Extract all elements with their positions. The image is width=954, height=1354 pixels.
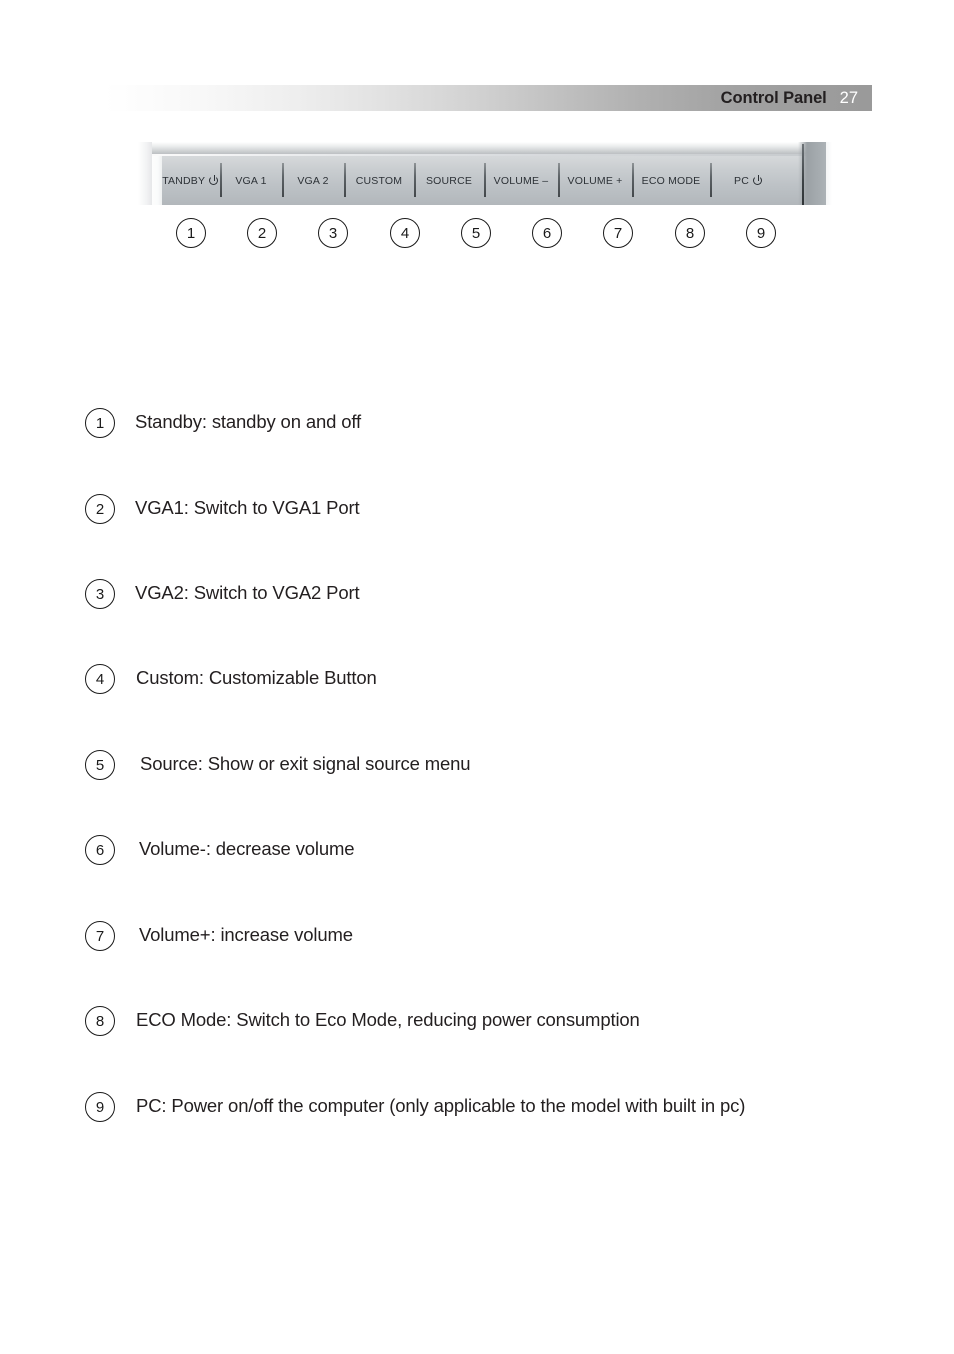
- list-item-number-7: 7: [85, 921, 115, 951]
- list-item-text: VGA1: Switch to VGA1 Port: [135, 497, 360, 518]
- list-item-text: PC: Power on/off the computer (only appl…: [136, 1095, 746, 1116]
- panel-button-source: SOURCE: [414, 156, 484, 205]
- panel-button-label: SOURCE: [425, 174, 473, 187]
- list-item-text: Volume-: decrease volume: [139, 838, 355, 859]
- list-item: 8 ECO Mode: Switch to Eco Mode, reducing …: [0, 1003, 954, 1043]
- list-item: 2 VGA1: Switch to VGA1 Port: [0, 491, 954, 531]
- list-item: 4 Custom: Customizable Button: [0, 661, 954, 701]
- list-item: 7 Volume+: increase volume: [0, 918, 954, 958]
- panel-button-pc: PC: [710, 156, 788, 205]
- list-item-number-1: 1: [85, 408, 115, 438]
- panel-button-strip: STANDBY VGA 1 VGA 2 CUSTOM SOURCE VOLUME – VOL…: [148, 156, 828, 205]
- list-item-number-4: 4: [85, 664, 115, 694]
- list-item: 1 Standby: standby on and off: [0, 405, 954, 445]
- list-item: 3 VGA2: Switch to VGA2 Port: [0, 576, 954, 616]
- panel-button-label: VGA 2: [297, 174, 329, 187]
- callout-number-row: 1 2 3 4 5 6 7 8 9: [0, 218, 954, 252]
- list-item-number-3: 3: [85, 579, 115, 609]
- photo-right-fade: [826, 142, 832, 205]
- list-item-text: Standby: standby on and off: [135, 411, 362, 432]
- list-item-number-9: 9: [85, 1092, 115, 1122]
- photo-left-fade: [138, 142, 152, 205]
- list-item: 6 Volume-: decrease volume: [0, 832, 954, 872]
- panel-button-label: VGA 1: [235, 174, 267, 187]
- list-item-number-6: 6: [85, 835, 115, 865]
- callout-marker-5: 5: [461, 218, 491, 248]
- callout-marker-2: 2: [247, 218, 277, 248]
- callout-marker-9: 9: [746, 218, 776, 248]
- list-item: 9 PC: Power on/off the computer (only app…: [0, 1089, 954, 1129]
- list-item-number-2: 2: [85, 494, 115, 524]
- control-panel-photo: STANDBY VGA 1 VGA 2 CUSTOM SOURCE VOLUME – VOL…: [138, 142, 832, 205]
- running-header-bar: Control Panel 27: [105, 85, 872, 111]
- panel-button-volume: VOLUME +: [558, 156, 632, 205]
- callout-marker-1: 1: [176, 218, 206, 248]
- panel-button-label: CUSTOM: [355, 174, 403, 187]
- panel-right-seam-line: [802, 144, 804, 205]
- running-header-content: Control Panel 27: [721, 85, 872, 111]
- panel-button-label: STANDBY: [155, 174, 206, 187]
- list-item-text: Custom: Customizable Button: [136, 667, 377, 688]
- page-number: 27: [839, 88, 858, 107]
- panel-button-vga-2: VGA 2: [282, 156, 344, 205]
- callout-marker-7: 7: [603, 218, 633, 248]
- panel-button-label: ECO MODE: [641, 174, 701, 187]
- callout-marker-6: 6: [532, 218, 562, 248]
- panel-button-label: PC: [734, 174, 749, 187]
- list-item-text: VGA2: Switch to VGA2 Port: [135, 582, 360, 603]
- list-item-text: ECO Mode: Switch to Eco Mode, reducing p…: [136, 1009, 640, 1030]
- list-item-number-5: 5: [85, 750, 115, 780]
- callout-marker-3: 3: [318, 218, 348, 248]
- panel-button-label: VOLUME +: [567, 174, 623, 187]
- panel-button-vga-1: VGA 1: [220, 156, 282, 205]
- power-icon: [209, 174, 218, 186]
- list-item-number-8: 8: [85, 1006, 115, 1036]
- list-item: 5 Source: Show or exit signal source menu: [0, 747, 954, 787]
- list-item-text: Source: Show or exit signal source menu: [140, 753, 471, 774]
- callout-marker-8: 8: [675, 218, 705, 248]
- panel-button-custom: CUSTOM: [344, 156, 414, 205]
- panel-button-eco-mode: ECO MODE: [632, 156, 710, 205]
- panel-button-volume: VOLUME –: [484, 156, 558, 205]
- list-item-text: Volume+: increase volume: [139, 924, 353, 945]
- panel-button-label: VOLUME –: [493, 174, 549, 187]
- power-icon: [753, 174, 764, 186]
- callout-marker-4: 4: [390, 218, 420, 248]
- page-title: Control Panel: [720, 88, 827, 107]
